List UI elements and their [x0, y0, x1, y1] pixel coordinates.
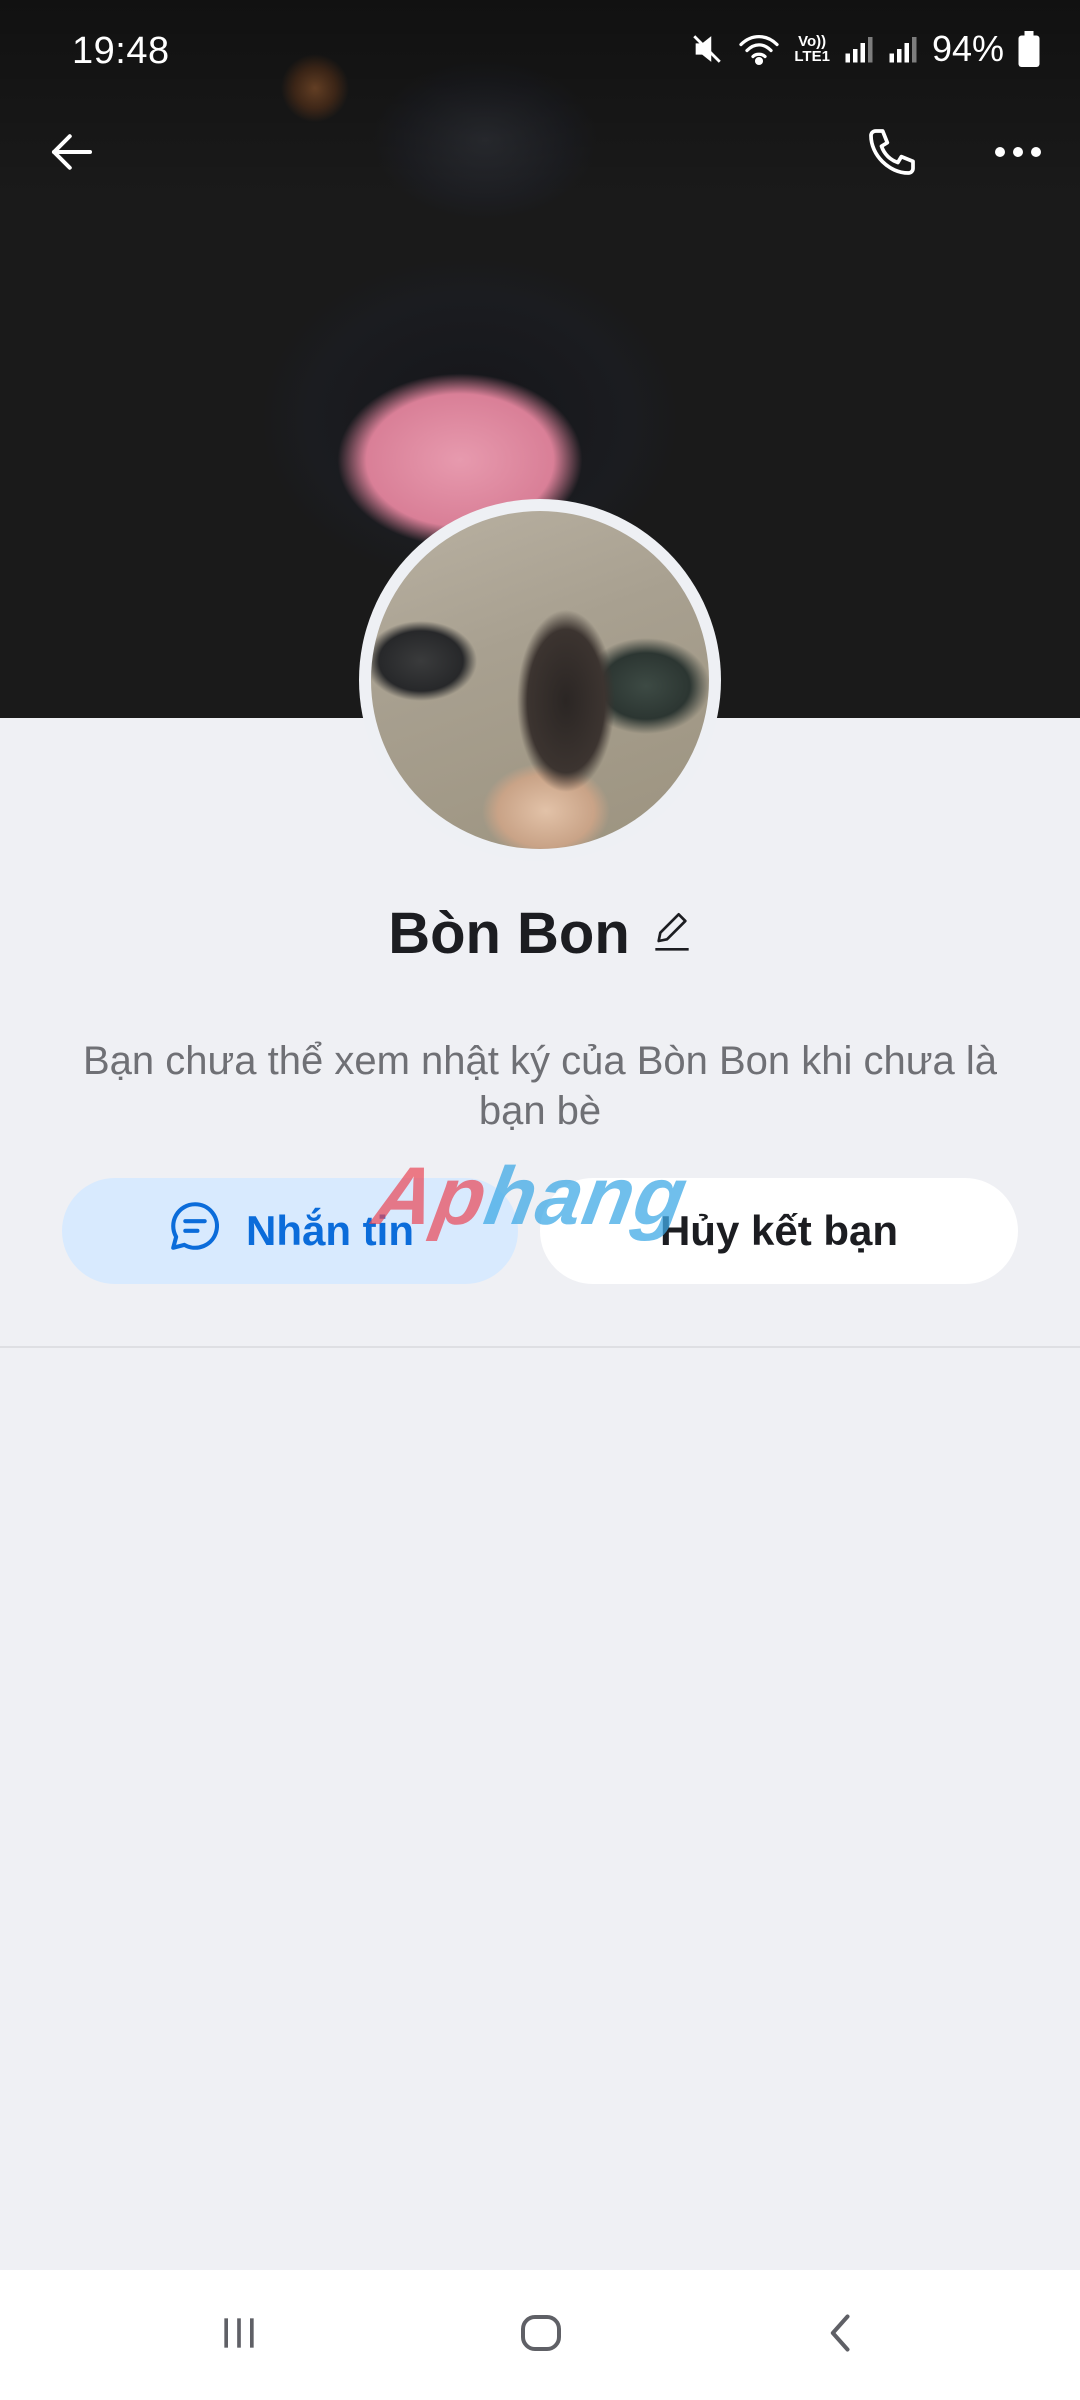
phone-icon [864, 124, 920, 185]
watermark-logo: Aphang [367, 1150, 695, 1244]
avatar-image [371, 511, 709, 849]
status-bar: 19:48 Vo)) LTE1 94% [0, 0, 1080, 104]
more-icon [993, 145, 1043, 164]
chevron-left-icon [820, 2311, 864, 2360]
more-button[interactable] [978, 114, 1058, 194]
status-time: 19:48 [72, 30, 170, 72]
avatar[interactable] [359, 499, 721, 861]
pencil-icon [652, 913, 692, 957]
system-back-button[interactable] [797, 2300, 887, 2370]
watermark-part1: Ap [367, 1151, 495, 1242]
volte-bottom: LTE1 [794, 48, 830, 65]
diary-restriction-text: Bạn chưa thể xem nhật ký của Bòn Bon khi… [82, 1039, 998, 1133]
wifi-icon [738, 32, 780, 66]
call-button[interactable] [852, 114, 932, 194]
signal-icon [844, 34, 874, 64]
divider [0, 1346, 1080, 1348]
edit-name-button[interactable] [652, 909, 692, 958]
home-button[interactable] [496, 2300, 586, 2370]
system-nav-bar [0, 2270, 1080, 2400]
volte-indicator: Vo)) LTE1 [794, 34, 830, 64]
unfriend-button-label: Hủy kết bạn [659, 1207, 899, 1254]
home-icon [517, 2309, 565, 2362]
name-row: Bòn Bon [0, 900, 1080, 967]
chat-bubble-icon [166, 1197, 224, 1265]
volte-top: Vo)) [798, 33, 827, 50]
mute-icon [690, 32, 724, 66]
recent-apps-icon [217, 2311, 261, 2360]
back-button[interactable] [32, 114, 112, 194]
battery-icon [1018, 31, 1040, 67]
back-arrow-icon [45, 125, 99, 184]
profile-name: Bòn Bon [388, 901, 630, 966]
watermark-part2: hang [478, 1151, 695, 1242]
status-icons: Vo)) LTE1 94% [690, 28, 1040, 70]
battery-percent: 94% [931, 28, 1004, 69]
signal-icon [888, 34, 918, 64]
recent-apps-button[interactable] [194, 2300, 284, 2370]
